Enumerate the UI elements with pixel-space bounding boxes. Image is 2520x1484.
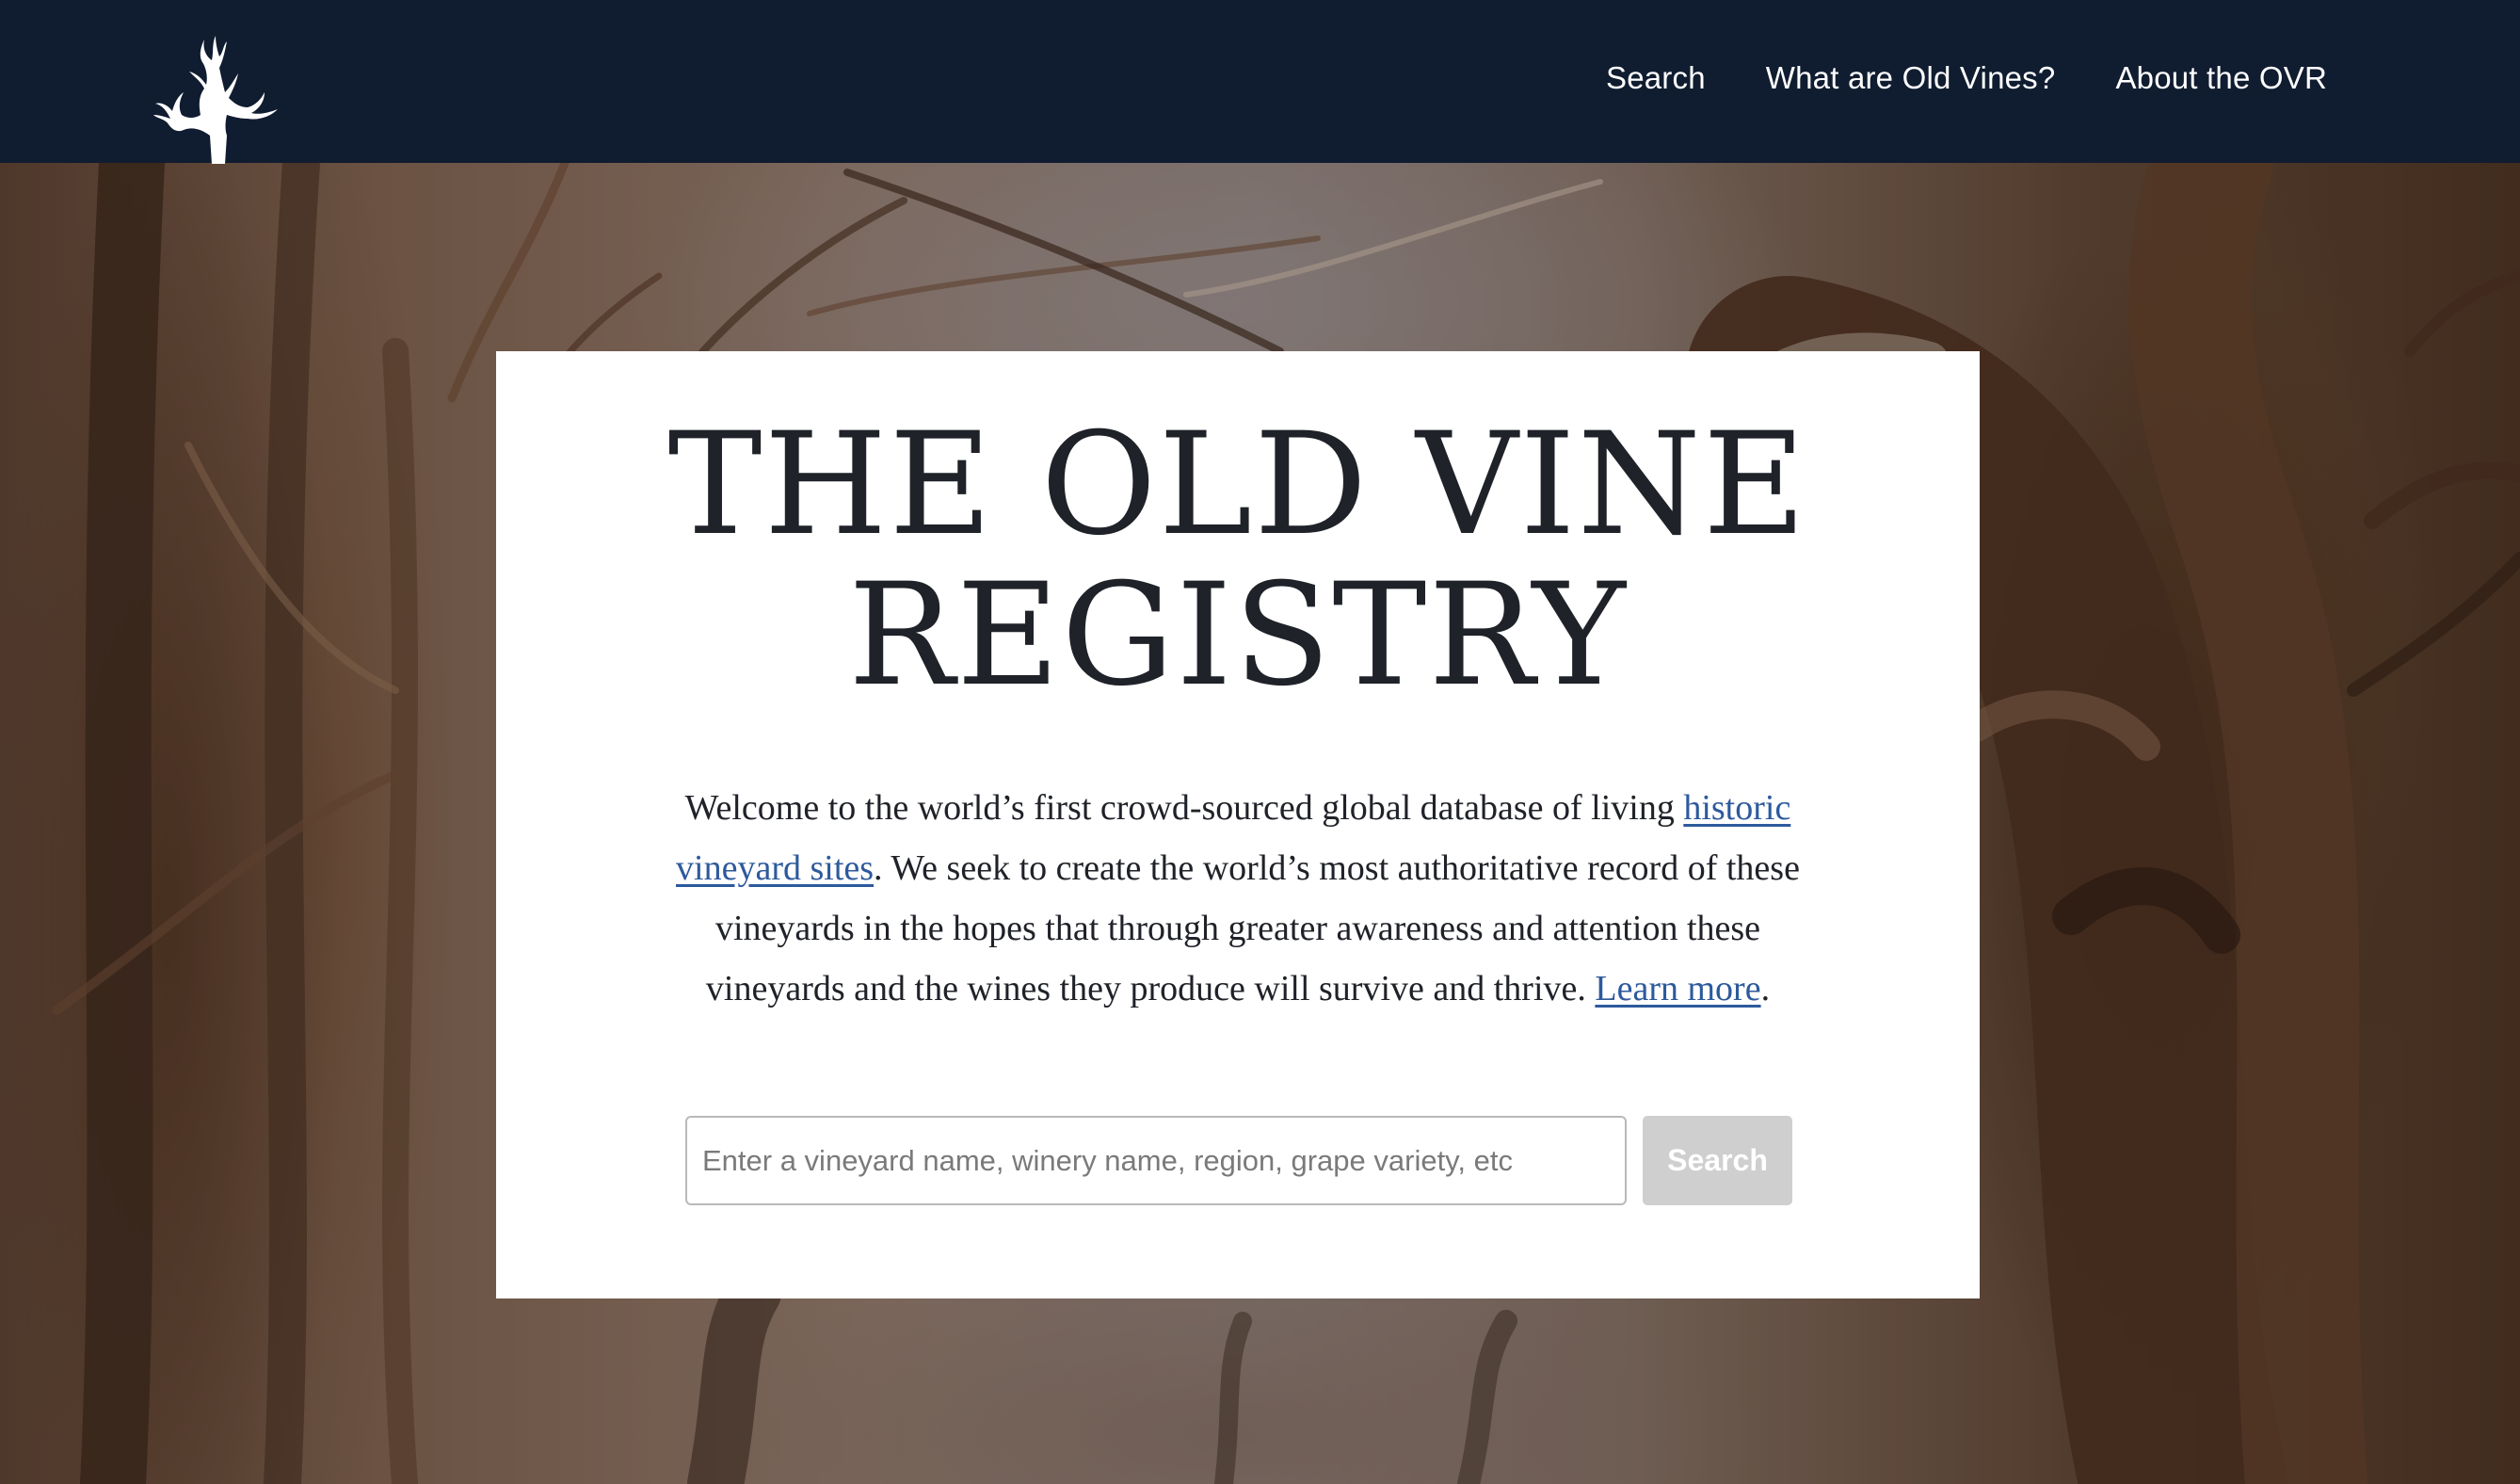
intro-text-end: . bbox=[1760, 969, 1771, 1008]
title-line-1: THE OLD VINE bbox=[667, 403, 1808, 567]
nav-link-search[interactable]: Search bbox=[1606, 60, 1706, 96]
title-line-2: REGISTRY bbox=[848, 554, 1628, 718]
search-form: Search bbox=[685, 1116, 1792, 1205]
search-button[interactable]: Search bbox=[1643, 1116, 1792, 1205]
intro-paragraph: Welcome to the world’s first crowd-sourc… bbox=[675, 778, 1801, 1019]
nav-links: Search What are Old Vines? About the OVR bbox=[1606, 0, 2327, 156]
search-input[interactable] bbox=[685, 1116, 1627, 1205]
nav-link-about[interactable]: About the OVR bbox=[2115, 60, 2327, 96]
hero-card: THE OLD VINE REGISTRY Welcome to the wor… bbox=[496, 351, 1980, 1298]
top-navbar: Search What are Old Vines? About the OVR bbox=[0, 0, 2520, 164]
intro-text-start: Welcome to the world’s first crowd-sourc… bbox=[684, 788, 1684, 828]
nav-link-what-are-old-vines[interactable]: What are Old Vines? bbox=[1766, 60, 2056, 96]
page-title: THE OLD VINE REGISTRY bbox=[496, 410, 1980, 711]
vine-logo-icon[interactable] bbox=[146, 24, 287, 164]
learn-more-link[interactable]: Learn more bbox=[1595, 969, 1760, 1008]
